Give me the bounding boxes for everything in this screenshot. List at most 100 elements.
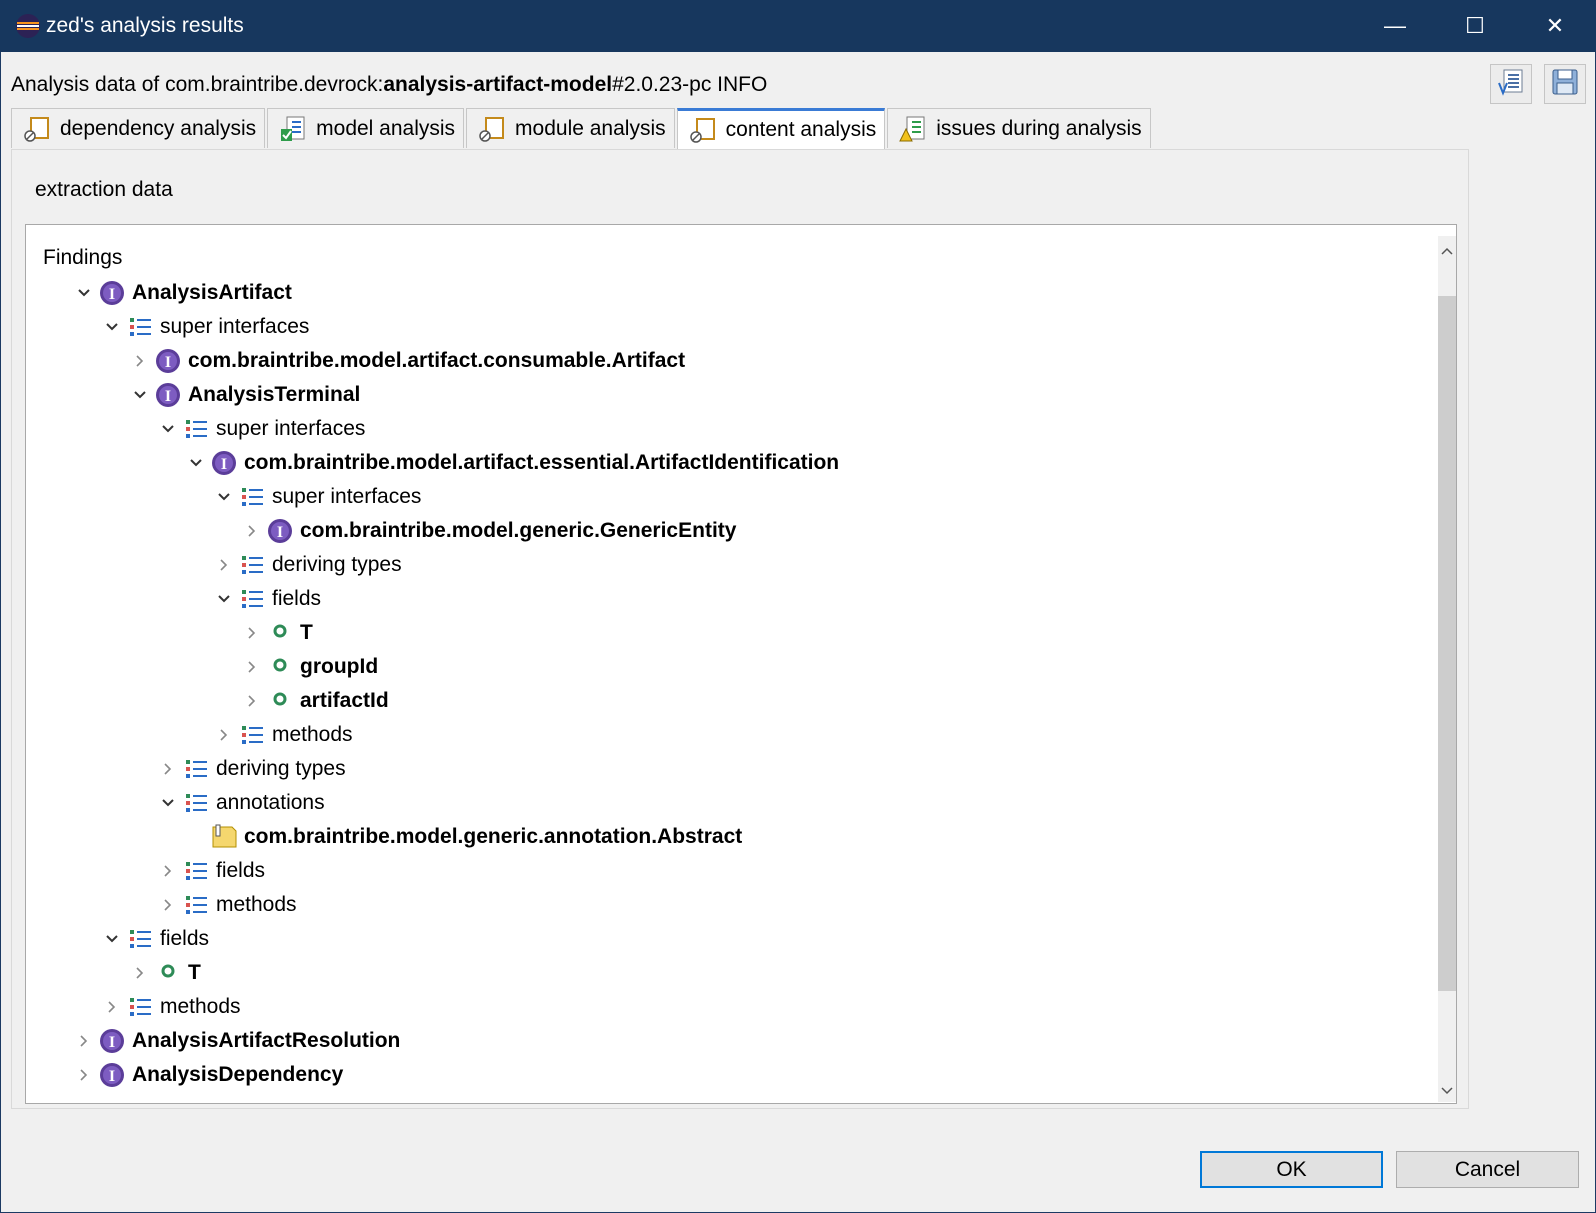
chevron-right-icon[interactable] [154,755,182,783]
chevron-down-icon[interactable] [98,925,126,953]
title-bar[interactable]: zed's analysis results — ☐ ✕ [0,0,1596,52]
list-icon [182,755,210,783]
tab-model-analysis[interactable]: model analysis [267,108,465,148]
chevron-down-icon[interactable] [98,313,126,341]
close-button[interactable]: ✕ [1515,0,1595,52]
tree-row[interactable]: fields [210,582,321,616]
tree-row-label: AnalysisArtifact [132,281,292,304]
svg-text:I: I [109,1034,115,1051]
maximize-button[interactable]: ☐ [1435,0,1515,52]
tree-row-label: fields [272,587,322,610]
tree-row[interactable]: Icom.braintribe.model.artifact.consumabl… [126,344,685,378]
tree-row-label: methods [216,893,297,916]
tree-row[interactable]: groupId [238,650,378,684]
tab-module-analysis[interactable]: module analysis [466,108,675,148]
tab-label: module analysis [515,116,666,140]
list-icon [182,857,210,885]
tree-row[interactable]: I AnalysisArtifact [70,276,292,310]
chevron-down-icon[interactable] [182,449,210,477]
list-icon [238,483,266,511]
list-icon [238,551,266,579]
scrollbar-thumb[interactable] [1438,296,1456,991]
tree-row-label: com.braintribe.model.generic.annotation.… [244,825,743,848]
chevron-right-icon[interactable] [238,653,266,681]
tree-row[interactable]: super interfaces [98,310,309,344]
tree-row-label: T [300,621,313,644]
tree-row[interactable]: Icom.braintribe.model.generic.GenericEnt… [238,514,736,548]
interface-icon: I [266,517,294,545]
svg-text:I: I [277,524,283,541]
chevron-right-icon[interactable] [70,1027,98,1055]
tree-row-label: AnalysisArtifactResolution [132,1029,401,1052]
list-icon [182,415,210,443]
chevron-down-icon[interactable] [154,415,182,443]
export-list-button[interactable] [1490,64,1532,104]
chevron-right-icon[interactable] [70,1061,98,1089]
content-icon [688,115,718,145]
tree-row[interactable]: T [238,616,313,650]
interface-icon: I [98,1027,126,1055]
tree-row[interactable]: deriving types [154,752,346,786]
interface-icon: I [154,381,182,409]
tree-row[interactable]: com.braintribe.model.generic.annotation.… [182,820,742,854]
tree-row[interactable]: Icom.braintribe.model.artifact.essential… [182,446,839,480]
chevron-right-icon[interactable] [210,551,238,579]
cancel-button[interactable]: Cancel [1396,1151,1579,1188]
chevron-right-icon[interactable] [126,959,154,987]
tab-issues-during-analysis[interactable]: issues during analysis [887,108,1151,148]
tree-row[interactable]: fields [98,922,209,956]
tree-row[interactable]: methods [154,888,297,922]
chevron-down-icon[interactable] [70,279,98,307]
tree-row-label: com.braintribe.model.artifact.essential.… [244,451,840,474]
chevron-right-icon[interactable] [126,347,154,375]
tree-row[interactable]: deriving types [210,548,402,582]
interface-icon: I [98,1061,126,1089]
chevron-right-icon[interactable] [238,687,266,715]
tree-row[interactable]: methods [98,990,241,1024]
tree-row[interactable]: I AnalysisDependency [70,1058,343,1092]
tree-row-label: fields [160,927,210,950]
annotation-icon [210,823,238,851]
tree-row[interactable]: I AnalysisTerminal [126,378,360,412]
tab-label: model analysis [316,116,456,140]
scroll-down-arrow-icon[interactable] [1440,1084,1454,1098]
tree-row[interactable]: artifactId [238,684,389,718]
tab-label: dependency analysis [60,116,257,140]
eclipse-icon [14,12,42,40]
chevron-down-icon[interactable] [210,483,238,511]
list-icon [182,891,210,919]
tree-row[interactable]: annotations [154,786,325,820]
tree-row-label: groupId [300,655,379,678]
list-icon [126,925,154,953]
chevron-right-icon[interactable] [98,993,126,1021]
tab-content-analysis[interactable]: content analysis [676,108,886,149]
tree-row[interactable]: super interfaces [154,412,365,446]
tree-row[interactable]: super interfaces [210,480,421,514]
save-button[interactable] [1544,64,1586,104]
ok-button[interactable]: OK [1200,1151,1383,1188]
tree-row[interactable]: I AnalysisArtifactResolution [70,1024,400,1058]
chevron-right-icon[interactable] [238,517,266,545]
tree-row[interactable]: methods [210,718,353,752]
tree-row-label: deriving types [216,757,346,780]
chevron-down-icon[interactable] [126,381,154,409]
toggle-spacer [182,823,210,851]
header-suffix: #2.0.23-pc INFO [612,73,768,96]
chevron-down-icon[interactable] [154,789,182,817]
chevron-right-icon[interactable] [154,857,182,885]
tab-dependency-analysis[interactable]: dependency analysis [11,108,266,148]
chevron-down-icon[interactable] [210,585,238,613]
scroll-up-arrow-icon[interactable] [1440,244,1454,258]
list-icon [126,313,154,341]
chevron-right-icon[interactable] [210,721,238,749]
chevron-right-icon[interactable] [238,619,266,647]
minimize-button[interactable]: — [1355,0,1435,52]
list-icon [182,789,210,817]
chevron-right-icon[interactable] [154,891,182,919]
tab-bar: dependency analysis model analysis modul… [11,108,1153,149]
header-artifact: analysis-artifact-model [383,73,613,96]
interface-icon: I [210,449,238,477]
tree-row[interactable]: fields [154,854,265,888]
tree-row-label: com.braintribe.model.generic.GenericEnti… [300,519,737,542]
tree-row[interactable]: T [126,956,201,990]
